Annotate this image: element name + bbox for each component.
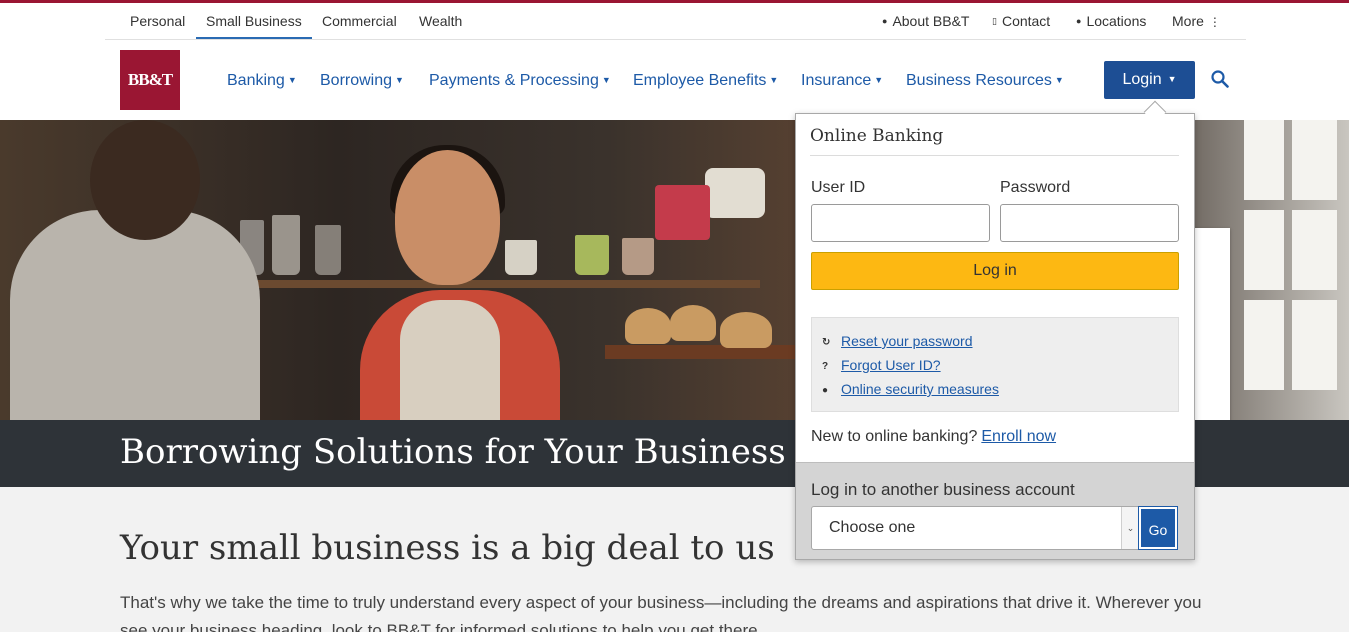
log-in-button[interactable]: Log in <box>811 252 1179 290</box>
new-to-online-banking-label: New to online banking? <box>811 428 978 445</box>
user-id-input[interactable] <box>811 204 990 242</box>
reset-password-link[interactable]: Reset your password <box>841 333 973 349</box>
customer-head <box>90 120 200 240</box>
cafe-shelf <box>230 280 760 288</box>
segment-small-business[interactable]: Small Business <box>196 3 312 39</box>
window-pane <box>1244 120 1284 200</box>
nav-banking[interactable]: Banking ▼ <box>227 70 297 92</box>
hero-banner-title: Borrowing Solutions for Your Business <box>120 432 786 472</box>
bbt-logo[interactable]: BB&T <box>120 50 180 110</box>
barista-face <box>395 150 500 285</box>
window-pane <box>1292 300 1337 390</box>
divider <box>810 155 1179 156</box>
online-banking-title: Online Banking <box>810 126 944 146</box>
go-button[interactable]: Go <box>1138 506 1178 550</box>
nav-business-resources[interactable]: Business Resources ▼ <box>906 70 1064 92</box>
pastry-table <box>605 345 805 359</box>
nav-payments-processing[interactable]: Payments & Processing ▼ <box>429 70 611 92</box>
caret-down-icon: ▼ <box>1054 75 1064 85</box>
password-input[interactable] <box>1000 204 1179 242</box>
search-icon[interactable] <box>1211 70 1229 88</box>
about-link[interactable]: ● About BB&T <box>882 3 969 39</box>
page-headline: Your small business is a big deal to us <box>120 528 775 568</box>
napkin-stack <box>655 185 710 240</box>
security-measures-link[interactable]: Online security measures <box>841 381 999 397</box>
another-account-label: Log in to another business account <box>811 480 1075 499</box>
utility-bar: Personal Small Business Commercial Wealt… <box>105 3 1246 40</box>
login-button[interactable]: Login ▼ <box>1104 61 1195 99</box>
window-pane <box>1292 120 1337 200</box>
glass-jar <box>315 225 341 275</box>
customer-figure <box>10 210 260 420</box>
vertical-dots-icon: ⋮ <box>1208 15 1221 29</box>
bowl-stack <box>705 168 765 218</box>
caret-down-icon: ▼ <box>874 75 884 85</box>
mug <box>505 240 537 275</box>
contact-link[interactable]: ▯ Contact <box>992 3 1050 39</box>
nav-banking-label: Banking <box>227 72 285 89</box>
caret-down-icon: ▼ <box>287 75 297 85</box>
question-icon: ? <box>822 361 829 372</box>
nav-employee-benefits[interactable]: Employee Benefits ▼ <box>633 70 778 92</box>
chevron-down-icon[interactable]: ⌄ <box>1121 507 1139 549</box>
muffin <box>625 308 671 344</box>
refresh-icon: ↻ <box>822 337 831 348</box>
segment-wealth[interactable]: Wealth <box>409 3 472 39</box>
caret-down-icon: ▼ <box>769 75 779 85</box>
caret-down-icon: ▼ <box>395 75 404 85</box>
segment-commercial[interactable]: Commercial <box>312 3 407 39</box>
window-pane <box>1244 210 1284 290</box>
more-label: More <box>1172 13 1204 29</box>
nav-business-resources-label: Business Resources <box>906 72 1052 89</box>
mug <box>622 238 654 275</box>
nav-borrowing[interactable]: Borrowing ▼ <box>320 70 404 92</box>
barista-apron <box>400 300 500 420</box>
caret-down-icon: ▼ <box>1167 74 1177 84</box>
segment-personal[interactable]: Personal <box>120 3 195 39</box>
scone <box>720 312 772 348</box>
user-id-label: User ID <box>811 179 866 196</box>
intro-paragraph: That's why we take the time to truly und… <box>120 593 1202 632</box>
caret-down-icon: ▼ <box>601 75 611 85</box>
nav-insurance-label: Insurance <box>801 72 872 89</box>
nav-borrowing-label: Borrowing <box>320 72 393 89</box>
new-to-online-banking: New to online banking? Enroll now <box>811 428 1056 446</box>
enroll-now-link[interactable]: Enroll now <box>981 428 1056 445</box>
mug <box>575 235 609 275</box>
locations-label: Locations <box>1086 13 1147 29</box>
map-pin-icon: ● <box>1076 16 1082 26</box>
business-account-select[interactable]: Choose one <box>811 506 1139 550</box>
window-pane <box>1292 210 1337 290</box>
contact-label: Contact <box>1001 13 1051 29</box>
muffin <box>670 305 716 341</box>
more-menu[interactable]: More ⋮ <box>1172 3 1221 39</box>
nav-payments-label: Payments & Processing <box>429 72 599 89</box>
glass-jar <box>272 215 300 275</box>
locations-link[interactable]: ● Locations <box>1076 3 1146 39</box>
about-label: About BB&T <box>892 13 970 29</box>
window-pane <box>1244 300 1284 390</box>
shield-icon: ● <box>822 385 829 396</box>
forgot-user-id-link[interactable]: Forgot User ID? <box>841 357 941 373</box>
login-button-label: Login <box>1122 71 1162 88</box>
nav-employee-benefits-label: Employee Benefits <box>633 72 767 89</box>
phone-icon: ▯ <box>992 16 997 26</box>
person-icon: ● <box>882 16 888 26</box>
password-label: Password <box>1000 179 1071 196</box>
nav-insurance[interactable]: Insurance ▼ <box>801 70 883 92</box>
